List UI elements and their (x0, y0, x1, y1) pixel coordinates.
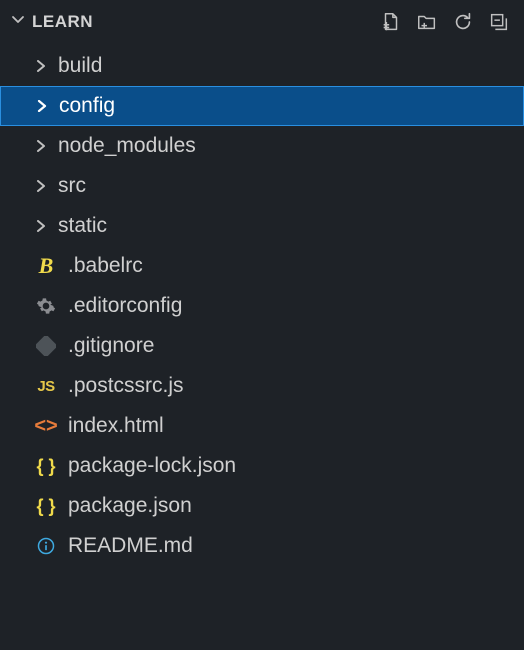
file-label: package-lock.json (68, 454, 236, 478)
file-readme[interactable]: README.md (0, 526, 524, 566)
folder-label: node_modules (58, 134, 196, 158)
git-icon (34, 334, 58, 358)
header-actions (380, 11, 510, 33)
collapse-all-icon[interactable] (488, 11, 510, 33)
file-label: .gitignore (68, 334, 154, 358)
gear-icon (34, 294, 58, 318)
json-icon: { } (34, 454, 58, 478)
folder-label: build (58, 54, 102, 78)
folder-label: config (59, 94, 115, 118)
file-label: .babelrc (68, 254, 143, 278)
file-postcssrc[interactable]: JS .postcssrc.js (0, 366, 524, 406)
file-label: index.html (68, 414, 164, 438)
chevron-down-icon (10, 11, 26, 34)
file-label: .editorconfig (68, 294, 182, 318)
folder-src[interactable]: src (0, 166, 524, 206)
new-folder-icon[interactable] (416, 11, 438, 33)
info-icon (34, 534, 58, 558)
chevron-right-icon (34, 220, 48, 232)
file-babelrc[interactable]: B .babelrc (0, 246, 524, 286)
js-icon: JS (34, 374, 58, 398)
file-label: package.json (68, 494, 192, 518)
file-gitignore[interactable]: .gitignore (0, 326, 524, 366)
chevron-right-icon (34, 140, 48, 152)
refresh-icon[interactable] (452, 11, 474, 33)
file-package-lock[interactable]: { } package-lock.json (0, 446, 524, 486)
folder-label: src (58, 174, 86, 198)
babel-icon: B (34, 254, 58, 278)
header-left[interactable]: LEARN (10, 11, 93, 34)
new-file-icon[interactable] (380, 11, 402, 33)
folder-build[interactable]: build (0, 46, 524, 86)
html-icon: <> (34, 414, 58, 438)
project-name: LEARN (32, 12, 93, 32)
chevron-right-icon (34, 180, 48, 192)
chevron-right-icon (34, 60, 48, 72)
file-tree: build config node_modules src static B .… (0, 44, 524, 566)
json-icon: { } (34, 494, 58, 518)
file-label: .postcssrc.js (68, 374, 184, 398)
file-editorconfig[interactable]: .editorconfig (0, 286, 524, 326)
file-label: README.md (68, 534, 193, 558)
file-index-html[interactable]: <> index.html (0, 406, 524, 446)
file-package-json[interactable]: { } package.json (0, 486, 524, 526)
chevron-right-icon (35, 100, 49, 112)
folder-static[interactable]: static (0, 206, 524, 246)
explorer-header: LEARN (0, 0, 524, 44)
folder-config[interactable]: config (0, 86, 524, 126)
folder-node-modules[interactable]: node_modules (0, 126, 524, 166)
folder-label: static (58, 214, 107, 238)
